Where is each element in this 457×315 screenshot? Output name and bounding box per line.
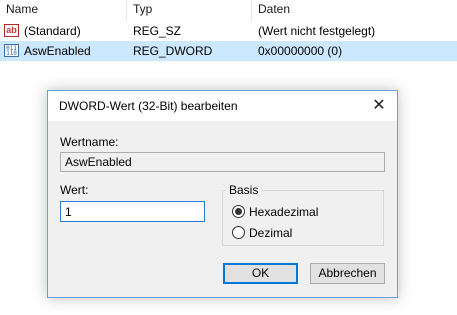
column-header-type[interactable]: Typ	[127, 0, 251, 21]
radio-selected-icon	[232, 205, 245, 218]
value-data: (Wert nicht festgelegt)	[258, 24, 376, 38]
base-group-label: Basis	[226, 183, 262, 197]
list-item-selected[interactable]: 011 110 AswEnabled REG_DWORD 0x00000000 …	[0, 41, 457, 61]
hexadecimal-label: Hexadezimal	[249, 205, 319, 219]
dialog-title: DWORD-Wert (32-Bit) bearbeiten	[59, 99, 238, 113]
value-name: (Standard)	[24, 24, 81, 38]
ok-button[interactable]: OK	[223, 263, 298, 284]
value-type: REG_SZ	[133, 24, 182, 38]
decimal-label: Dezimal	[249, 226, 293, 240]
reg-string-icon: ab	[4, 24, 19, 37]
value-name-field: AswEnabled	[60, 152, 385, 172]
dialog-titlebar[interactable]: DWORD-Wert (32-Bit) bearbeiten ✕	[48, 91, 397, 121]
radio-unselected-icon	[232, 226, 245, 239]
edit-dword-dialog: DWORD-Wert (32-Bit) bearbeiten ✕ Wertnam…	[47, 90, 398, 298]
reg-dword-icon: 011 110	[4, 44, 19, 57]
value-data-label: Wert:	[60, 183, 89, 197]
value-type: REG_DWORD	[133, 44, 213, 58]
close-icon[interactable]: ✕	[367, 94, 391, 118]
value-data: 0x00000000 (0)	[258, 44, 343, 58]
column-header-name[interactable]: Name	[0, 0, 126, 21]
column-header-data[interactable]: Daten	[252, 0, 457, 21]
value-name: AswEnabled	[24, 44, 91, 58]
value-data-input[interactable]	[60, 201, 205, 222]
list-item[interactable]: ab (Standard) REG_SZ (Wert nicht festgel…	[0, 21, 457, 41]
list-header: Name Typ Daten	[0, 0, 457, 21]
value-name-label: Wertname:	[60, 135, 119, 149]
cancel-button[interactable]: Abbrechen	[310, 263, 385, 284]
